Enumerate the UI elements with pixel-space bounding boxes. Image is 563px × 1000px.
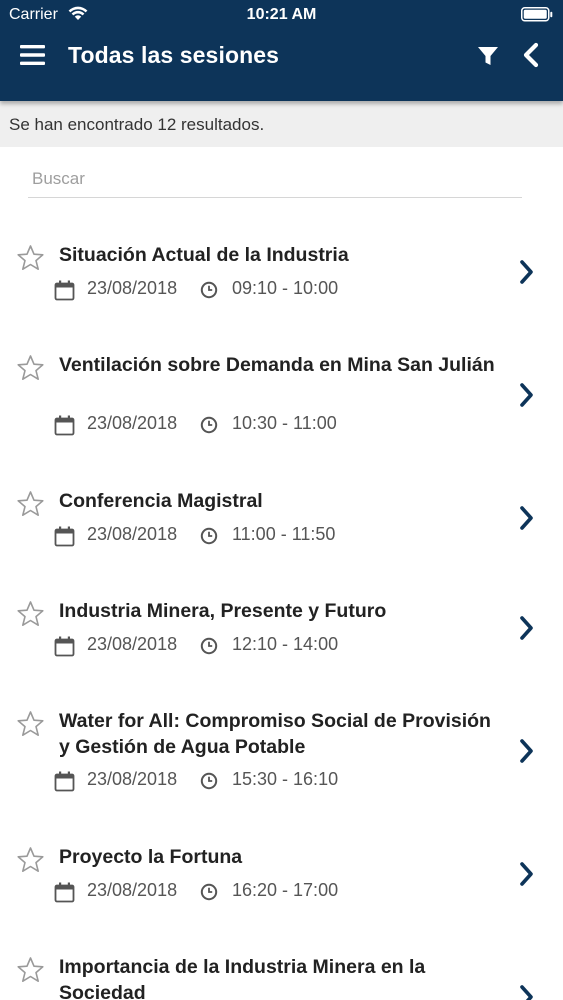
session-date: 23/08/2018 xyxy=(87,880,178,900)
clock-icon xyxy=(200,883,218,901)
clock-icon xyxy=(200,637,218,655)
chevron-right-icon[interactable] xyxy=(518,615,536,641)
calendar-icon xyxy=(54,882,75,903)
calendar-icon xyxy=(54,636,75,657)
clock-icon xyxy=(200,416,218,434)
session-item[interactable]: Industria Minera, Presente y Futuro 23/0… xyxy=(0,554,563,664)
session-item[interactable]: Water for All: Compromiso Social de Prov… xyxy=(0,664,563,800)
session-date: 23/08/2018 xyxy=(87,769,178,789)
session-title: Industria Minera, Presente y Futuro xyxy=(59,600,387,622)
status-bar: Carrier 10:21 AM xyxy=(0,0,563,30)
chevron-right-icon[interactable] xyxy=(518,861,536,887)
chevron-right-icon[interactable] xyxy=(518,738,536,764)
session-title: Importancia de la Industria Minera en la… xyxy=(59,956,426,1000)
clock-icon xyxy=(200,772,218,790)
results-count: Se han encontrado 12 resultados. xyxy=(0,101,563,147)
chevron-right-icon[interactable] xyxy=(518,382,536,408)
search-field xyxy=(28,155,522,198)
session-item[interactable]: Conferencia Magistral 23/08/2018 11:00 -… xyxy=(0,444,563,554)
star-icon[interactable] xyxy=(16,956,45,984)
calendar-icon xyxy=(54,526,75,547)
session-item[interactable]: Importancia de la Industria Minera en la… xyxy=(0,910,563,1000)
chevron-right-icon[interactable] xyxy=(518,259,536,285)
chevron-right-icon[interactable] xyxy=(518,505,536,531)
status-time: 10:21 AM xyxy=(246,6,317,23)
filter-icon[interactable] xyxy=(476,44,500,68)
session-date: 23/08/2018 xyxy=(87,413,178,433)
session-title: Situación Actual de la Industria xyxy=(59,244,349,266)
session-title: Proyecto la Fortuna xyxy=(59,846,243,868)
session-time: 11:00 - 11:50 xyxy=(232,524,336,544)
nav-bar: Todas las sesiones xyxy=(0,30,563,101)
session-title: Water for All: Compromiso Social de Prov… xyxy=(59,710,491,758)
search-input[interactable] xyxy=(28,155,522,195)
star-icon[interactable] xyxy=(16,244,45,272)
calendar-icon xyxy=(54,415,75,436)
clock-icon xyxy=(200,281,218,299)
calendar-icon xyxy=(54,771,75,792)
sessions-list: Situación Actual de la Industria 23/08/2… xyxy=(0,198,563,1000)
star-icon[interactable] xyxy=(16,354,45,382)
session-item[interactable]: Proyecto la Fortuna 23/08/2018 16:20 - 1… xyxy=(0,800,563,910)
session-date: 23/08/2018 xyxy=(87,634,178,654)
session-time: 09:10 - 10:00 xyxy=(232,278,339,298)
session-time: 10:30 - 11:00 xyxy=(232,413,337,433)
session-item[interactable]: Situación Actual de la Industria 23/08/2… xyxy=(0,198,563,308)
session-date: 23/08/2018 xyxy=(87,524,178,544)
star-icon[interactable] xyxy=(16,490,45,518)
session-title: Ventilación sobre Demanda en Mina San Ju… xyxy=(59,354,495,376)
calendar-icon xyxy=(54,280,75,301)
star-icon[interactable] xyxy=(16,600,45,628)
session-item[interactable]: Ventilación sobre Demanda en Mina San Ju… xyxy=(0,308,563,444)
clock-icon xyxy=(200,527,218,545)
battery-icon xyxy=(521,7,553,22)
session-time: 12:10 - 14:00 xyxy=(232,634,339,654)
hamburger-menu-icon[interactable] xyxy=(20,44,46,66)
session-time: 16:20 - 17:00 xyxy=(232,880,339,900)
app-header: Carrier 10:21 AM Todas las sesiones xyxy=(0,0,563,101)
session-time: 15:30 - 16:10 xyxy=(232,769,339,789)
session-date: 23/08/2018 xyxy=(87,278,178,298)
star-icon[interactable] xyxy=(16,710,45,738)
chevron-right-icon[interactable] xyxy=(518,984,536,1000)
star-icon[interactable] xyxy=(16,846,45,874)
page-title: Todas las sesiones xyxy=(68,42,280,68)
session-title: Conferencia Magistral xyxy=(59,490,263,512)
back-chevron-icon[interactable] xyxy=(520,42,542,68)
